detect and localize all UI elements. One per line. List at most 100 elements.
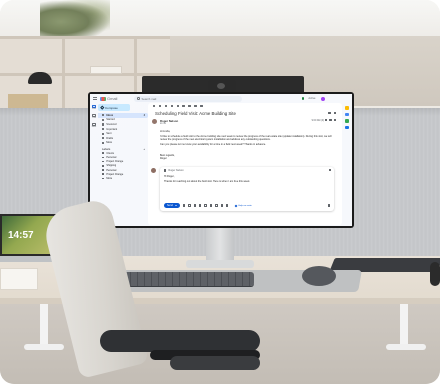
chevron-down-icon [102,141,105,144]
monitor: Gmail Search mail Active Mail Chat Meet … [88,92,354,228]
task-icon[interactable] [188,104,191,108]
background-plant [40,0,110,36]
laptop-clock: 14:57 [8,230,34,241]
pencil-icon [100,105,105,110]
delete-icon[interactable] [170,104,174,108]
webcam-lens [217,83,225,89]
label-icon [102,160,105,163]
gmail-window: Gmail Search mail Active Mail Chat Meet … [90,94,352,226]
message-time: 9:00 AM (0) [311,119,324,122]
sidebar-item-inbox[interactable]: Inbox 4 [98,113,148,118]
sidebar-item-more[interactable]: More [98,141,148,146]
chevron-down-icon[interactable] [174,205,177,206]
recipient-line[interactable]: to me [160,122,166,125]
reply-icon [164,169,167,172]
reply-body-input[interactable]: Thanks for reaching out about the field … [164,180,328,183]
report-icon[interactable] [164,104,168,108]
desk-lamp [28,72,52,84]
print-icon[interactable] [328,112,331,115]
rail-item-mail[interactable]: Mail [90,103,98,112]
message-greeting: Hi Linda, [160,130,171,133]
user-avatar [151,168,156,173]
tasks-icon[interactable] [345,112,349,116]
office-chair-seat [100,330,260,352]
message-header: Roger Nelson to me 9:00 AM (0) [152,118,338,128]
search-input[interactable]: Search mail [134,95,242,102]
move-icon[interactable] [194,104,197,108]
label-icon [102,173,105,175]
drive-icon[interactable] [204,204,207,207]
back-icon[interactable] [153,104,156,108]
signature-icon[interactable] [220,204,223,207]
help-me-write-button[interactable]: Help me write [234,204,252,207]
emoji-icon[interactable] [199,204,202,207]
monitor-stand-base [186,260,254,268]
storage-box [90,66,122,74]
link-icon[interactable] [193,204,197,207]
label-icon [102,177,105,180]
trash-icon[interactable] [327,204,330,207]
inbox-icon [102,114,105,117]
desk-leg [40,304,48,348]
reply-compose: Roger Nelson Hi Roger, Thanks for reachi… [151,167,334,211]
avatar[interactable] [321,96,326,101]
sparkle-icon [234,204,238,207]
reply-icon[interactable] [329,119,332,122]
lock-icon[interactable] [215,204,218,207]
archive-icon[interactable] [158,104,162,108]
search-icon [137,97,140,100]
more-options-icon[interactable] [225,204,229,207]
label-item[interactable]: More [98,176,148,180]
label-icon [102,152,105,155]
contacts-icon[interactable] [345,125,349,129]
gmail-m-icon [100,96,106,101]
storage-basket [8,94,48,108]
monitor-stand [206,226,234,264]
label-icon [102,156,105,159]
message-pane: Scheduling Field Visit: Acme Building Si… [148,103,342,225]
draft-icon [102,137,105,140]
gmail-top-bar: Gmail Search mail Active [90,94,352,103]
label-icon [102,169,105,171]
expand-icon[interactable] [328,169,331,172]
sender-avatar[interactable] [152,119,157,124]
attach-icon[interactable] [188,204,191,207]
snooze-icon[interactable] [182,104,185,108]
compose-button[interactable]: Compose [98,104,130,111]
keep-icon[interactable] [345,119,349,123]
rail-item-chat[interactable]: Chat [90,112,98,121]
more-icon[interactable] [200,104,203,108]
reply-greeting[interactable]: Hi Roger, [164,175,174,178]
side-panel-apps [344,106,350,129]
format-text-icon[interactable] [182,204,186,207]
rail-item-meet[interactable]: Meet [90,121,98,130]
keyboard [124,272,254,286]
star-icon [102,118,105,121]
office-chair-arm [170,356,260,370]
mark-unread-icon[interactable] [176,104,179,108]
more-vert-icon[interactable] [333,119,336,122]
office-desk-scene: 14:57 Gmail Search mail Active Mail Chat… [0,0,440,384]
send-button[interactable]: Send [164,203,180,208]
open-new-window-icon[interactable] [333,112,336,115]
desk-leg [400,304,408,348]
send-icon [102,132,105,135]
status-dot-icon [302,97,305,100]
mouse [302,266,336,286]
sidebar-item-drafts[interactable]: Drafts [98,136,148,141]
calendar-icon[interactable] [345,106,349,110]
image-icon[interactable] [209,204,213,207]
gmail-logo[interactable]: Gmail [100,96,134,101]
important-icon [102,127,105,131]
star-icon[interactable] [324,119,328,122]
message-signoff: Best regards, Roger [160,154,175,161]
status-indicator[interactable]: Active [302,96,326,101]
label-icon [102,165,105,167]
message-subject: Scheduling Field Visit: Acme Building Si… [155,111,236,116]
message-toolbar [148,103,342,109]
message-body: I'd like to schedule a field visit to th… [160,135,332,147]
reply-toolbar: Send Help me write [164,203,330,208]
reply-recipient[interactable]: Roger Nelson [164,169,184,172]
clock-icon [102,123,105,126]
menu-icon[interactable] [93,97,97,100]
